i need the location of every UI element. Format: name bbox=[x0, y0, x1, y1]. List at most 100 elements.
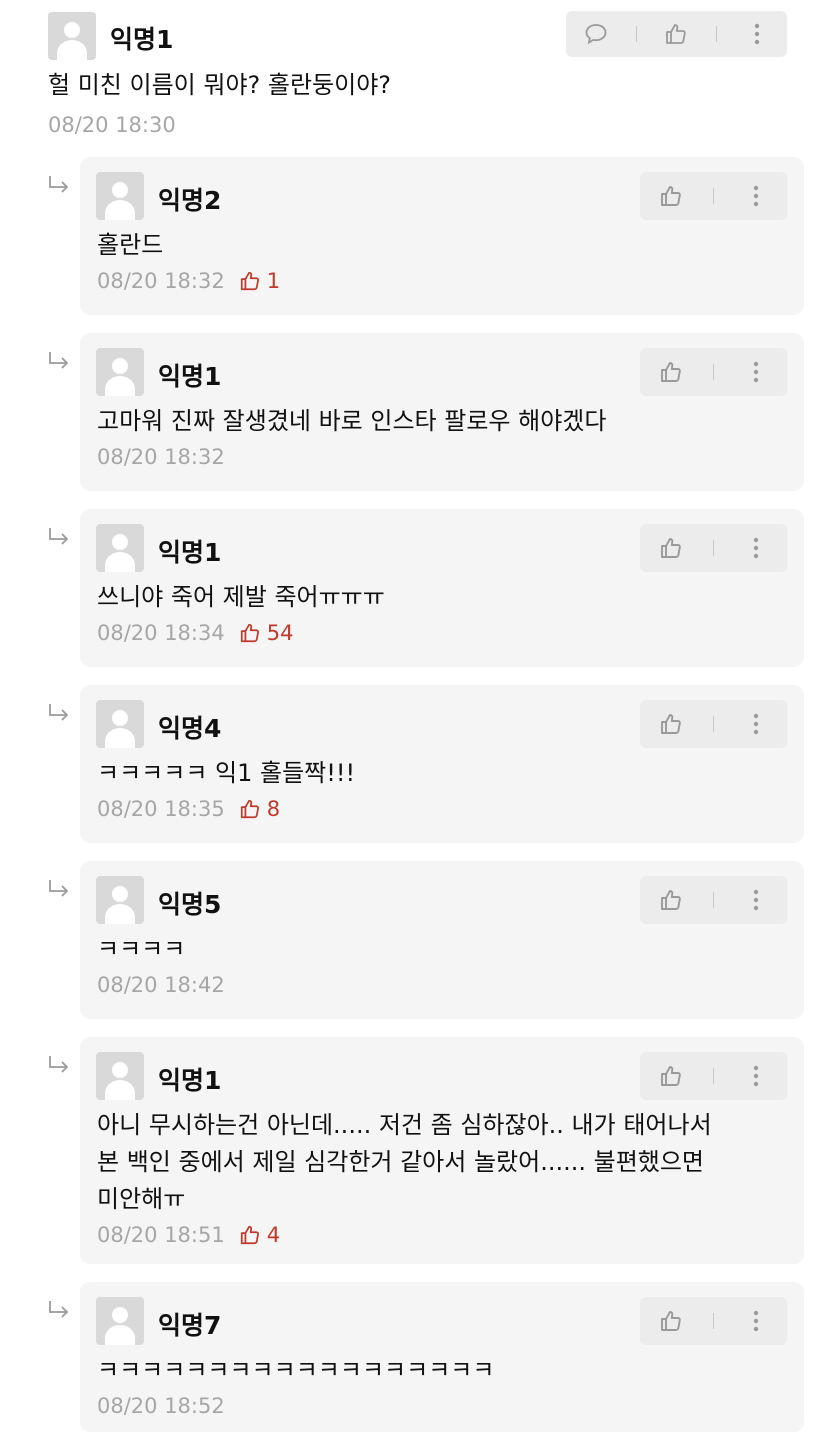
reply-arrow-icon bbox=[48, 175, 70, 193]
reply-toolbar bbox=[640, 348, 787, 396]
reply-meta: 08/20 18:34 54 bbox=[97, 621, 293, 645]
timestamp: 08/20 18:35 bbox=[97, 797, 225, 821]
reply-arrow-icon bbox=[48, 351, 70, 369]
thumbs-up-icon bbox=[239, 1224, 267, 1246]
more-icon[interactable] bbox=[736, 704, 776, 744]
nickname: 익명1 bbox=[158, 362, 222, 391]
reply-meta: 08/20 18:51 4 bbox=[97, 1223, 280, 1247]
reply-text: ㅋㅋㅋㅋㅋ 익1 홀들짝!!! bbox=[97, 759, 356, 787]
timestamp: 08/20 18:34 bbox=[97, 621, 225, 645]
thumbs-up-icon[interactable] bbox=[651, 176, 691, 216]
like-count: 54 bbox=[239, 621, 294, 645]
reply-toolbar bbox=[640, 1297, 787, 1345]
timestamp: 08/20 18:32 bbox=[97, 269, 225, 293]
divider bbox=[713, 1313, 714, 1329]
reply-meta: 08/20 18:42 bbox=[97, 973, 225, 997]
reply-box: 익명1 쓰니야 죽어 제발 죽어ㅠㅠㅠ 08/20 18:34 54 bbox=[80, 509, 804, 667]
avatar[interactable] bbox=[96, 524, 144, 572]
reply-text: 고마워 진짜 잘생겼네 바로 인스타 팔로우 해야겠다 bbox=[97, 407, 607, 435]
like-number: 1 bbox=[266, 269, 281, 293]
reply-arrow-icon bbox=[48, 527, 70, 545]
reply-toolbar bbox=[640, 700, 787, 748]
thumbs-up-icon[interactable] bbox=[651, 352, 691, 392]
thumbs-up-icon[interactable] bbox=[651, 880, 691, 920]
thumbs-up-icon bbox=[239, 798, 267, 820]
avatar[interactable] bbox=[96, 1297, 144, 1345]
like-number: 54 bbox=[266, 621, 294, 645]
more-icon[interactable] bbox=[736, 1301, 776, 1341]
divider bbox=[713, 892, 714, 908]
reply-toolbar bbox=[640, 524, 787, 572]
more-icon[interactable] bbox=[736, 352, 776, 392]
comment-icon[interactable] bbox=[576, 14, 616, 54]
nickname: 익명1 bbox=[158, 1066, 222, 1095]
divider bbox=[716, 26, 718, 42]
reply-box: 익명2 홀란드 08/20 18:32 1 bbox=[80, 157, 804, 315]
divider bbox=[713, 188, 714, 204]
like-number: 4 bbox=[266, 1223, 281, 1247]
thumbs-up-icon[interactable] bbox=[651, 1056, 691, 1096]
comment-timestamp: 08/20 18:30 bbox=[48, 113, 176, 137]
thumbs-up-icon[interactable] bbox=[651, 704, 691, 744]
nickname: 익명2 bbox=[158, 186, 222, 215]
timestamp: 08/20 18:32 bbox=[97, 445, 225, 469]
nickname: 익명4 bbox=[158, 714, 222, 743]
reply-meta: 08/20 18:35 8 bbox=[97, 797, 280, 821]
reply-meta: 08/20 18:32 bbox=[97, 445, 225, 469]
like-number: 8 bbox=[266, 797, 281, 821]
thumbs-up-icon[interactable] bbox=[656, 14, 696, 54]
thumbs-up-icon bbox=[239, 270, 267, 292]
reply-box: 익명5 ㅋㅋㅋㅋ 08/20 18:42 bbox=[80, 861, 804, 1019]
timestamp: 08/20 18:30 bbox=[48, 113, 176, 137]
divider bbox=[713, 1068, 714, 1084]
like-count: 4 bbox=[239, 1223, 280, 1247]
comment-text: 헐 미친 이름이 뭐야? 홀란둥이야? bbox=[48, 71, 392, 99]
nickname: 익명1 bbox=[110, 25, 174, 54]
more-icon[interactable] bbox=[736, 1056, 776, 1096]
comment-toolbar bbox=[566, 11, 787, 57]
divider bbox=[635, 26, 637, 42]
divider bbox=[713, 716, 714, 732]
more-icon[interactable] bbox=[736, 528, 776, 568]
reply-meta: 08/20 18:52 bbox=[97, 1394, 225, 1418]
avatar[interactable] bbox=[96, 1052, 144, 1100]
divider bbox=[713, 364, 714, 380]
avatar[interactable] bbox=[48, 12, 96, 60]
reply-arrow-icon bbox=[48, 879, 70, 897]
like-count: 8 bbox=[239, 797, 280, 821]
reply-toolbar bbox=[640, 1052, 787, 1100]
avatar[interactable] bbox=[96, 172, 144, 220]
avatar[interactable] bbox=[96, 876, 144, 924]
like-count: 1 bbox=[239, 269, 280, 293]
reply-box: 익명1 아니 무시하는건 아닌데..... 저건 좀 심하잖아.. 내가 태어나서… bbox=[80, 1037, 804, 1264]
more-icon[interactable] bbox=[737, 14, 777, 54]
reply-arrow-icon bbox=[48, 1055, 70, 1073]
more-icon[interactable] bbox=[736, 880, 776, 920]
timestamp: 08/20 18:51 bbox=[97, 1223, 225, 1247]
reply-meta: 08/20 18:32 1 bbox=[97, 269, 280, 293]
nickname: 익명5 bbox=[158, 890, 222, 919]
reply-toolbar bbox=[640, 876, 787, 924]
reply-toolbar bbox=[640, 172, 787, 220]
avatar[interactable] bbox=[96, 700, 144, 748]
divider bbox=[713, 540, 714, 556]
avatar[interactable] bbox=[96, 348, 144, 396]
reply-box: 익명7 ㅋㅋㅋㅋㅋㅋㅋㅋㅋㅋㅋㅋㅋㅋㅋㅋㅋㅋ 08/20 18:52 bbox=[80, 1282, 804, 1432]
more-icon[interactable] bbox=[736, 176, 776, 216]
reply-box: 익명1 고마워 진짜 잘생겼네 바로 인스타 팔로우 해야겠다 08/20 18:3… bbox=[80, 333, 804, 491]
reply-text: ㅋㅋㅋㅋㅋㅋㅋㅋㅋㅋㅋㅋㅋㅋㅋㅋㅋㅋ bbox=[97, 1356, 495, 1384]
reply-text: 아니 무시하는건 아닌데..... 저건 좀 심하잖아.. 내가 태어나서 본 … bbox=[97, 1111, 712, 1213]
nickname: 익명1 bbox=[158, 538, 222, 567]
thumbs-up-icon[interactable] bbox=[651, 1301, 691, 1341]
reply-text: 홀란드 bbox=[97, 231, 164, 259]
timestamp: 08/20 18:42 bbox=[97, 973, 225, 997]
reply-arrow-icon bbox=[48, 703, 70, 721]
thumbs-up-icon bbox=[239, 622, 267, 644]
reply-box: 익명4 ㅋㅋㅋㅋㅋ 익1 홀들짝!!! 08/20 18:35 8 bbox=[80, 685, 804, 843]
reply-arrow-icon bbox=[48, 1300, 70, 1318]
reply-text: ㅋㅋㅋㅋ bbox=[97, 935, 186, 963]
timestamp: 08/20 18:52 bbox=[97, 1394, 225, 1418]
nickname: 익명7 bbox=[158, 1311, 222, 1340]
reply-text: 쓰니야 죽어 제발 죽어ㅠㅠㅠ bbox=[97, 583, 385, 611]
thumbs-up-icon[interactable] bbox=[651, 528, 691, 568]
